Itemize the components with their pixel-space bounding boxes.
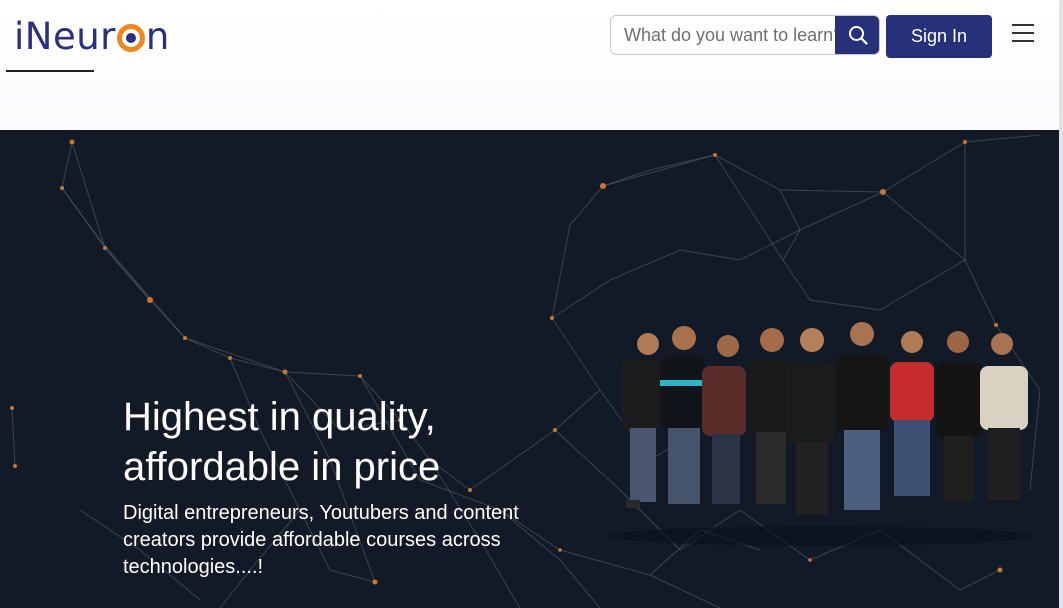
top-navbar: iNeurn Sign In bbox=[0, 0, 1063, 130]
hero-banner: Highest in quality, affordable in price … bbox=[0, 130, 1063, 608]
hamburger-menu-icon[interactable] bbox=[1012, 24, 1034, 46]
logo-wordmark: iNeur n bbox=[14, 14, 170, 60]
search-icon bbox=[848, 26, 868, 45]
logo-text-end: n bbox=[145, 15, 170, 58]
search-input[interactable] bbox=[611, 16, 835, 54]
sign-in-button[interactable]: Sign In bbox=[886, 15, 992, 58]
hero-heading-line2: affordable in price bbox=[123, 445, 441, 489]
course-search-bar bbox=[610, 15, 880, 55]
page-scrollbar[interactable] bbox=[1059, 0, 1063, 608]
logo-text-start: iNeur bbox=[14, 15, 116, 58]
hero-heading: Highest in quality, affordable in price bbox=[123, 392, 543, 492]
team-photo bbox=[610, 322, 1030, 546]
logo-o-icon bbox=[116, 24, 145, 52]
search-button[interactable] bbox=[835, 16, 879, 54]
logo-underline bbox=[6, 70, 94, 72]
hero-subtext: Digital entrepreneurs, Youtubers and con… bbox=[123, 502, 519, 578]
hero-heading-line1: Highest in quality, bbox=[123, 395, 436, 439]
